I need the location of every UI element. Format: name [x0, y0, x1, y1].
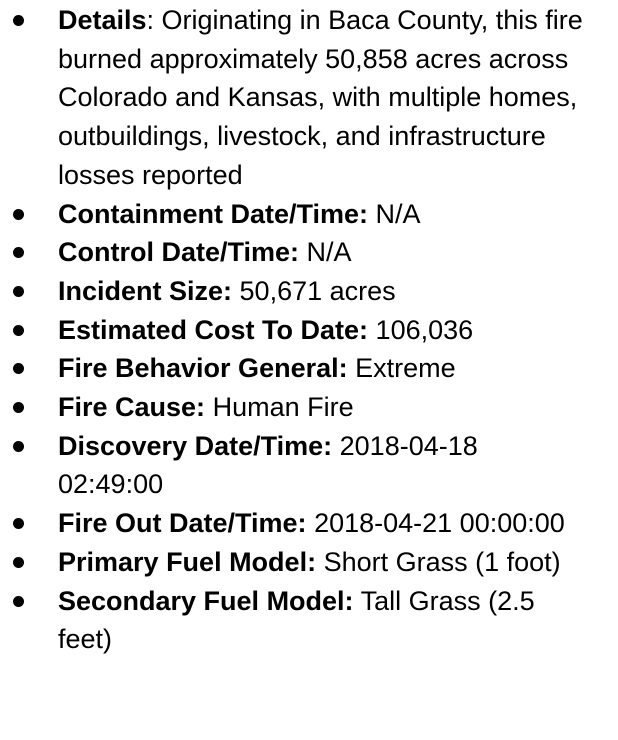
list-item-fire-out-date: Fire Out Date/Time: 2018-04-21 00:00:00 — [0, 504, 618, 543]
bullet-icon — [13, 363, 24, 375]
field-label: Fire Out Date/Time: — [58, 508, 307, 539]
list-item-control-date: Control Date/Time: N/A — [0, 233, 618, 272]
field-label: Incident Size: — [58, 275, 233, 306]
field-label: Fire Behavior General: — [58, 353, 348, 384]
field-value: Short Grass (1 foot) — [316, 546, 561, 577]
field-label: Control Date/Time: — [58, 237, 300, 268]
list-item-fire-cause: Fire Cause: Human Fire — [0, 388, 618, 427]
bullet-icon — [13, 595, 24, 607]
bullet-icon — [13, 208, 24, 220]
list-item-details: Details: Originating in Baca County, thi… — [0, 1, 618, 195]
field-label: Estimated Cost To Date: — [58, 314, 369, 345]
field-label: Discovery Date/Time: — [58, 430, 333, 461]
bullet-icon — [13, 402, 24, 414]
field-value: N/A — [368, 198, 421, 229]
field-value: 2018-04-21 00:00:00 — [306, 508, 565, 539]
field-value: N/A — [299, 237, 352, 268]
field-value: Human Fire — [205, 392, 354, 423]
field-value: Extreme — [347, 353, 456, 384]
list-item-primary-fuel: Primary Fuel Model: Short Grass (1 foot) — [0, 543, 618, 582]
bullet-icon — [13, 15, 24, 26]
bullet-icon — [13, 285, 24, 297]
bullet-icon — [13, 440, 24, 452]
field-label: Details — [58, 5, 147, 35]
field-value: 50,671 acres — [232, 275, 396, 306]
list-item-fire-behavior: Fire Behavior General: Extreme — [0, 349, 618, 388]
list-item-estimated-cost: Estimated Cost To Date: 106,036 — [0, 311, 618, 350]
list-item-incident-size: Incident Size: 50,671 acres — [0, 272, 618, 311]
field-label: Primary Fuel Model: — [58, 546, 317, 577]
list-item-discovery-date: Discovery Date/Time: 2018-04-18 02:49:00 — [0, 427, 618, 504]
field-label: Containment Date/Time: — [58, 198, 369, 229]
bullet-icon — [13, 247, 24, 259]
field-value: 106,036 — [368, 314, 474, 345]
field-label: Fire Cause: — [58, 392, 206, 423]
field-label: Secondary Fuel Model: — [58, 585, 354, 616]
bullet-icon — [13, 518, 24, 530]
list-item-secondary-fuel: Secondary Fuel Model: Tall Grass (2.5 fe… — [0, 582, 618, 659]
bullet-icon — [13, 556, 24, 568]
list-item-containment-date: Containment Date/Time: N/A — [0, 195, 618, 234]
document-body: Details: Originating in Baca County, thi… — [0, 0, 618, 740]
bullet-icon — [13, 324, 24, 336]
fire-details-list: Details: Originating in Baca County, thi… — [0, 1, 618, 659]
